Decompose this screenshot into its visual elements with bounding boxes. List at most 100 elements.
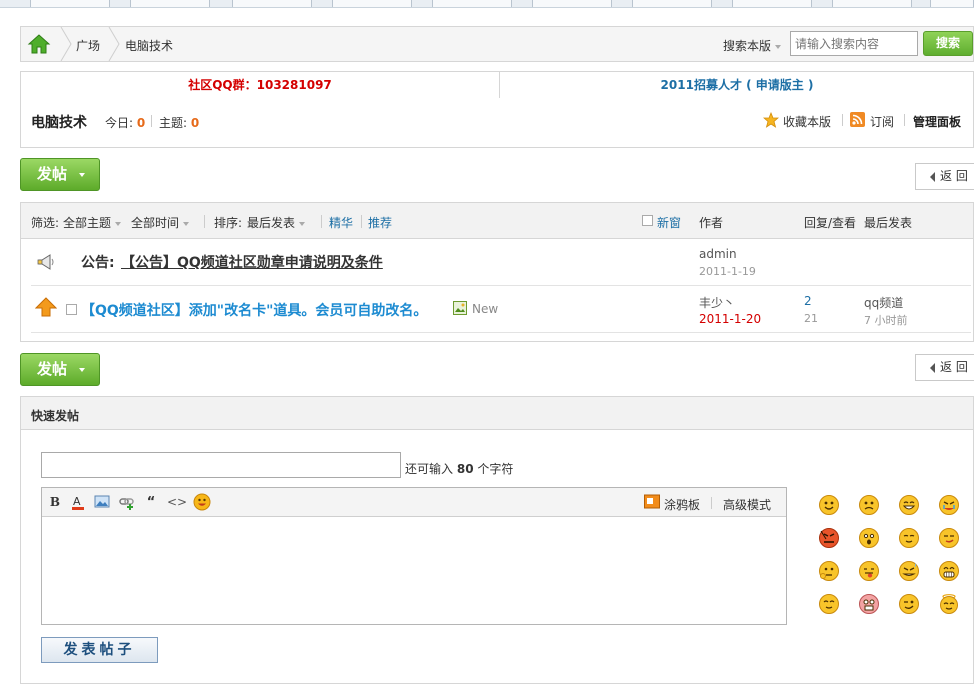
insert-image-icon[interactable] [93,493,111,511]
new-post-button-bottom[interactable]: 发帖 [20,353,100,386]
browser-tab[interactable] [432,0,512,7]
filter-time-select[interactable]: 全部时间 [131,214,190,231]
subject-input[interactable] [41,452,401,478]
reply-count[interactable]: 2 [804,294,812,308]
table-row[interactable]: 公告: 【公告】QQ频道社区勋章申请说明及条件 admin 2011-1-19 [31,239,971,286]
digest-filter-link[interactable]: 精华 [329,214,353,231]
new-post-button[interactable]: 发帖 [20,158,100,191]
image-attachment-icon [453,301,467,315]
wink-emoticon-icon[interactable] [898,593,920,615]
advanced-mode-link[interactable]: 高级模式 [723,496,771,513]
tongue-emoticon-icon[interactable] [858,560,880,582]
new-window-checkbox[interactable] [642,215,653,226]
bold-icon[interactable]: B [46,493,64,511]
forum-header: 电脑技术 今日: 0 主题: 0 收藏本版 订阅 管理面板 [20,98,974,148]
today-count: 今日: 0 [105,116,146,130]
dropdown-caret-icon [79,173,85,177]
insert-link-icon[interactable] [118,493,136,511]
post-editor[interactable]: B A “ <> 涂鸦板 高级模式 [41,487,787,625]
surprised-emoticon-icon[interactable] [858,527,880,549]
divider [711,497,712,509]
recruit-notice[interactable]: 2011招募人才 ( 申请版主 ) [500,72,974,98]
divider [842,114,843,126]
favorite-forum-link[interactable]: 收藏本版 [783,113,831,130]
smiley-icon[interactable] [193,493,211,511]
thread-date: 2011-1-20 [699,312,762,326]
breadcrumb-item-forum[interactable]: 电脑技术 [125,37,173,54]
announcement-megaphone-icon [36,253,56,271]
new-window-label[interactable]: 新窗 [657,214,681,231]
divider [321,215,322,228]
browser-tab[interactable] [532,0,612,7]
grin-emoticon-icon[interactable] [898,494,920,516]
svg-text:A: A [73,495,81,508]
table-row[interactable]: 【QQ频道社区】添加"改名卡"道具。会员可自助改名。 New 丰少丶 2011-… [31,286,971,333]
home-icon[interactable] [27,33,51,55]
thread-author[interactable]: 丰少丶 [699,294,735,311]
cry-emoticon-icon[interactable] [938,494,960,516]
filter-label: 筛选: [31,216,60,230]
editor-toolbar: B A “ <> 涂鸦板 高级模式 [42,488,786,517]
announcement-prefix: 公告: [81,255,115,271]
browser-tab[interactable] [632,0,712,7]
author-column-header: 作者 [699,216,724,230]
quick-post-panel: 快速发帖 还可输入 80 个字符 B A “ <> 涂鸦板 高级模式 发表帖子 [20,396,974,684]
browser-tab[interactable] [930,0,974,7]
smile-emoticon-icon[interactable] [818,494,840,516]
smirk-emoticon-icon[interactable] [938,527,960,549]
browser-tab[interactable] [732,0,812,7]
divider [204,215,205,228]
last-post-column-header: 最后发表 [864,216,913,230]
shocked-emoticon-icon[interactable] [858,593,880,615]
back-arrow-icon [930,172,935,182]
submit-post-button[interactable]: 发表帖子 [41,637,158,663]
divider [361,215,362,228]
admin-panel-link[interactable]: 管理面板 [913,113,961,130]
browser-tab-strip [0,0,974,8]
search-input[interactable] [790,31,918,56]
back-button[interactable]: 返 回 [915,163,974,190]
doodle-board-link[interactable]: 涂鸦板 [664,496,700,513]
quote-icon[interactable]: “ [142,493,160,511]
font-color-icon[interactable]: A [69,493,87,511]
code-icon[interactable]: <> [167,493,187,511]
hot-thread-up-arrow-icon [34,297,58,317]
thread-list-header: 筛选: 全部主题 全部时间 排序: 最后发表 精华 推荐 新窗 作者 回复/查看… [21,203,973,239]
view-count: 21 [804,312,818,325]
thread-title-link[interactable]: 【QQ频道社区】添加"改名卡"道具。会员可自助改名。 [81,300,427,320]
last-post-time[interactable]: 7 小时前 [864,312,908,328]
divider [904,114,905,126]
angel-emoticon-icon[interactable] [938,593,960,615]
thread-select-checkbox[interactable] [66,304,77,315]
quick-post-header: 快速发帖 [21,397,973,430]
browser-tab[interactable] [332,0,412,7]
qq-group-notice[interactable]: 社区QQ群：103281097 [21,72,500,98]
blush-emoticon-icon[interactable] [818,593,840,615]
rss-icon [850,112,865,127]
browser-tab[interactable] [30,0,110,7]
thread-author[interactable]: admin [699,247,737,261]
sweat-emoticon-icon[interactable] [898,560,920,582]
dropdown-caret-icon [79,368,85,372]
browser-tab[interactable] [232,0,312,7]
recommend-filter-link[interactable]: 推荐 [368,214,392,231]
thread-list: 筛选: 全部主题 全部时间 排序: 最后发表 精华 推荐 新窗 作者 回复/查看… [20,202,974,342]
star-icon [762,111,780,128]
sort-select[interactable]: 最后发表 [247,214,306,231]
laugh-emoticon-icon[interactable] [938,560,960,582]
filter-topics-select[interactable]: 全部主题 [63,214,122,231]
thinking-emoticon-icon[interactable] [818,560,840,582]
doodle-board-icon[interactable] [644,494,660,509]
search-button[interactable]: 搜索 [923,31,973,56]
angry-emoticon-icon[interactable] [818,527,840,549]
announcement-title-link[interactable]: 【公告】QQ频道社区勋章申请说明及条件 [121,252,383,272]
browser-tab[interactable] [832,0,912,7]
subscribe-link[interactable]: 订阅 [870,113,894,130]
search-scope-select[interactable]: 搜索本版 [723,37,781,54]
back-button-bottom[interactable]: 返 回 [915,354,974,381]
browser-tab[interactable] [130,0,210,7]
frown-emoticon-icon[interactable] [858,494,880,516]
breadcrumb-item-plaza[interactable]: 广场 [76,37,100,54]
content-emoticon-icon[interactable] [898,527,920,549]
last-post-user[interactable]: qq频道 [864,294,903,311]
